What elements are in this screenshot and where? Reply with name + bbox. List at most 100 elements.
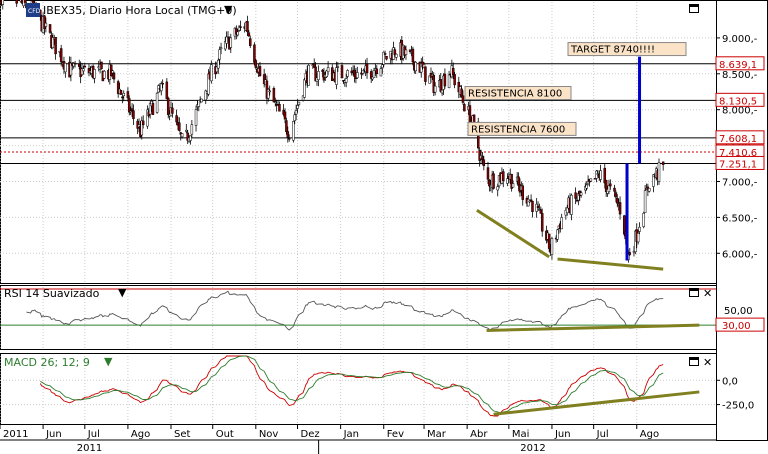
candle-body [511, 183, 515, 188]
macd-tick-label: 0,0 [722, 376, 738, 387]
price-tick-label: 6.000,- [722, 249, 758, 260]
macd-close-icon[interactable]: ✕ [703, 356, 712, 369]
month-label: Ago [640, 429, 659, 440]
candle-body [258, 66, 262, 77]
candle-body [54, 37, 57, 55]
candle-body [451, 68, 455, 76]
candle-body [1, 0, 5, 5]
price-trendline [557, 257, 664, 271]
candle-body [175, 115, 178, 123]
candle-body [283, 111, 287, 120]
candle-body [185, 129, 188, 132]
candle-body [103, 70, 106, 79]
candle-body [225, 36, 228, 44]
chart-canvas: TARGET 8740!!!! RESISTENCIA 8100 RESISTENC… [0, 0, 768, 454]
candle-body [171, 107, 174, 114]
macd-panel-title: MACD 26; 12; 9 [4, 356, 90, 369]
candle-body [344, 78, 348, 83]
year-label: 2012 [520, 443, 545, 454]
rsi-trendline [486, 323, 700, 332]
candle-body [44, 22, 48, 27]
candle-body [126, 91, 130, 99]
candle-body [246, 21, 249, 33]
candle-body [616, 198, 619, 204]
candle-body [189, 135, 192, 141]
price-level-label: 8.639,1 [719, 60, 757, 71]
candle-body [481, 156, 484, 161]
candle-body [210, 64, 213, 82]
candle-body [335, 67, 338, 85]
candle-body [356, 72, 359, 79]
rsi-close-icon[interactable]: ✕ [703, 287, 712, 300]
candle-body [618, 202, 622, 215]
price-title-group: CFD IBEX35, Diario Hora Local (TMG+0) ▼ [26, 3, 237, 17]
candle-body [589, 178, 593, 182]
candle-body [155, 92, 159, 113]
macd-dropdown-arrow-icon[interactable]: ▼ [104, 355, 113, 368]
rsi-level-label: 30,00 [722, 321, 751, 332]
month-label: 2011 [3, 429, 28, 440]
candle-body [529, 199, 533, 202]
candle-body [547, 233, 551, 249]
candle-body [346, 70, 349, 77]
candle-body [565, 207, 569, 214]
candle-body [166, 97, 170, 115]
x-axis: 2011 Jun Jul Ago Set Out Nov Dez Jan Fev Mar Abr Mai… [0, 425, 716, 454]
month-label: Abr [470, 429, 488, 440]
candle-body [579, 192, 583, 196]
candle-body [461, 95, 465, 103]
candle-body [161, 82, 164, 85]
candle-body [253, 44, 256, 63]
price-panel-title: IBEX35, Diario Hora Local (TMG+0) [43, 4, 237, 17]
candle-body [560, 217, 563, 230]
candle-body [218, 49, 221, 60]
candle-body [394, 53, 398, 58]
candle-body [130, 108, 134, 111]
candle-body [570, 194, 573, 215]
price-tick-label: 7.000,- [722, 177, 758, 188]
candle-body [556, 229, 559, 240]
rsi-dropdown-arrow-icon[interactable]: ▼ [118, 286, 127, 299]
annotations: TARGET 8740!!!! RESISTENCIA 8100 RESISTENC… [464, 42, 687, 271]
candle-body [268, 90, 271, 93]
month-label: Dez [301, 429, 320, 440]
candle-body [463, 104, 466, 112]
price-tick-label: 8.500,- [722, 70, 758, 81]
cfd-logo-text: CFD [28, 8, 41, 15]
price-level-label: 7.251,1 [719, 159, 757, 170]
candle-body [100, 61, 103, 70]
candle-body [165, 81, 169, 99]
candle-body [540, 213, 544, 232]
candle-body [287, 138, 291, 140]
candle-body [64, 62, 67, 73]
candle-body [482, 159, 486, 167]
candle-body [226, 36, 230, 38]
candle-body [122, 92, 125, 97]
candle-body [443, 73, 447, 87]
candle-body [129, 110, 132, 113]
month-label: Fev [387, 429, 404, 440]
candle-body [638, 226, 641, 232]
month-label: Ago [131, 429, 150, 440]
dropdown-arrow-icon[interactable]: ▼ [224, 3, 233, 16]
candle-body [536, 205, 540, 209]
year-label: 2011 [77, 443, 102, 454]
candle-body [460, 88, 463, 97]
month-label: Mar [427, 429, 447, 440]
candle-body [453, 74, 456, 86]
candle-body [628, 252, 632, 255]
macd-tick-label: -250,0 [722, 401, 754, 412]
month-label: Jul [596, 429, 609, 440]
candle-body [278, 104, 281, 112]
candle-body [393, 49, 397, 55]
candle-body [249, 38, 252, 46]
price-tick-label: 6.500,- [722, 213, 758, 224]
candle-body [447, 74, 451, 88]
candle-body [361, 69, 365, 74]
candle-body [528, 200, 531, 203]
candle-body [424, 66, 427, 82]
rsi-series [0, 288, 716, 332]
candle-body [43, 15, 46, 30]
candle-body [160, 83, 163, 92]
month-label: Jan [343, 429, 359, 440]
